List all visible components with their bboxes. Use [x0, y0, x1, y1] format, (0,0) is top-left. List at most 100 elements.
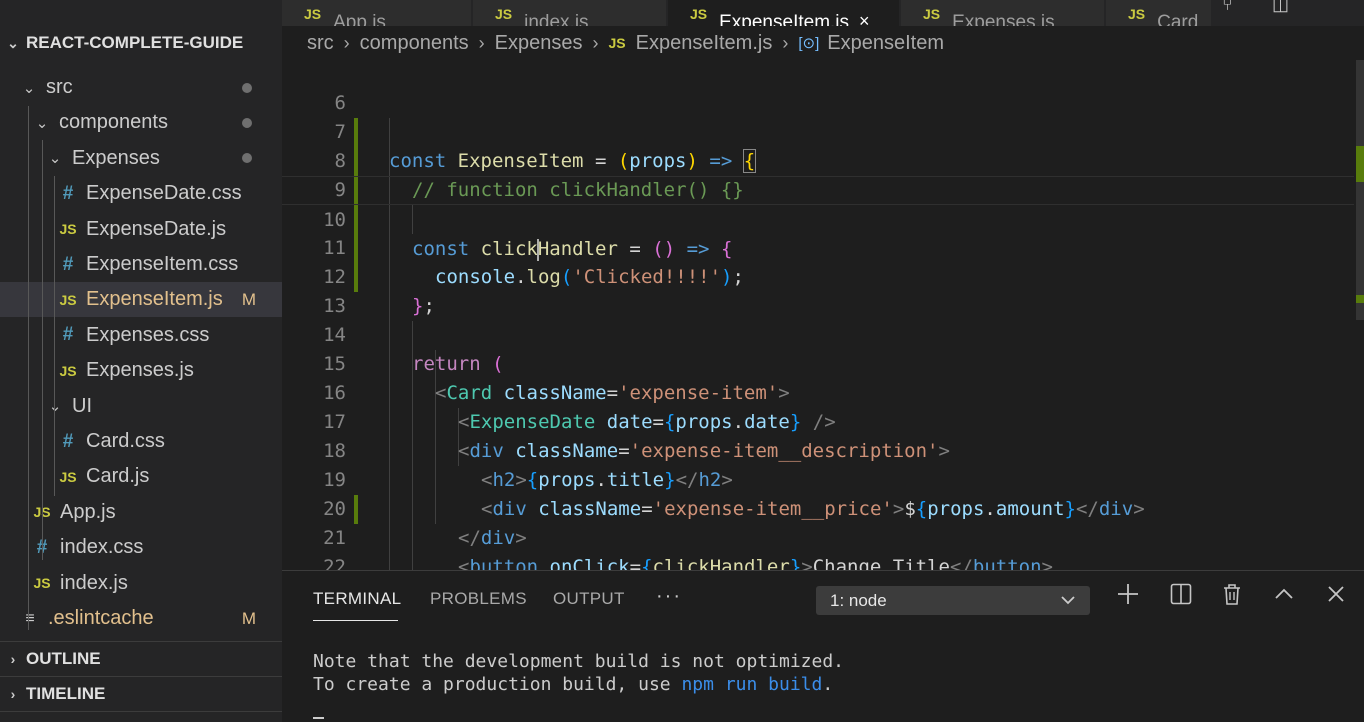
scrollbar-change-marker [1356, 295, 1364, 303]
code-line-current: 10 const clickHandler = () => { [282, 176, 1354, 261]
js-file-icon: JS [923, 6, 941, 22]
tree-item-label: Expenses.js [86, 359, 194, 382]
tree-item-label: ExpenseDate.css [86, 182, 242, 205]
tab-label: Card [1157, 12, 1199, 26]
chevron-down-icon: ⌄ [35, 114, 49, 132]
explorer-sidebar: EXPLORER ⌄ REACT-COMPLETE-GUIDE ⌄src⌄com… [0, 0, 282, 722]
timeline-section-header[interactable]: › TIMELINE [0, 676, 282, 710]
breadcrumb-item-symbol[interactable]: ExpenseItem [827, 32, 944, 55]
active-tab-indicator [313, 620, 398, 621]
tab-app-js[interactable]: JS App.js [282, 0, 472, 26]
terminal-cursor [313, 717, 324, 719]
tab-index-js[interactable]: JS index.js [473, 0, 667, 26]
tab-output[interactable]: OUTPUT [553, 589, 625, 609]
tree-item-label: Expenses.css [86, 323, 210, 346]
tab-expenses-js[interactable]: JS Expenses.js [901, 0, 1105, 26]
tree-item-label: Card.css [86, 430, 165, 452]
scrollbar-change-marker [1356, 146, 1364, 182]
code-line: 23 ); [282, 553, 1354, 570]
chevron-right-icon: › [343, 32, 350, 53]
js-file-icon: JS [59, 291, 77, 308]
trash-icon[interactable] [1217, 583, 1247, 611]
outline-section-header[interactable]: › OUTLINE [0, 641, 282, 675]
js-file-icon: JS [1128, 6, 1146, 22]
terminal-output-line: To create a production build, use npm ru… [313, 674, 834, 695]
js-file-icon: JS [33, 575, 51, 592]
tree-indent-guide [54, 424, 55, 496]
project-section-header[interactable]: ⌄ REACT-COMPLETE-GUIDE [0, 26, 282, 60]
tree-file-index-js[interactable]: JS index.js [0, 566, 282, 601]
tab-problems[interactable]: PROBLEMS [430, 589, 527, 609]
tree-folder-src[interactable]: ⌄ src [0, 70, 282, 105]
terminal-selector-value: 1: node [830, 591, 887, 610]
code-line: 22 </Card> [282, 524, 1354, 570]
new-terminal-icon[interactable] [1113, 583, 1143, 611]
git-status-badge: M [241, 289, 256, 309]
js-file-icon: JS [495, 6, 513, 22]
code-line: 16 <ExpenseDate date={props.date} /> [282, 350, 1354, 433]
chevron-down-icon: ⌄ [7, 34, 19, 51]
code-line: 6 [282, 60, 1354, 114]
chevron-down-icon: ⌄ [22, 79, 36, 97]
tab-label: App.js [333, 12, 386, 26]
js-file-icon: JS [304, 6, 322, 22]
editor-scrollbar[interactable] [1356, 60, 1364, 320]
code-line: 17 <div className='expense-item__descrip… [282, 379, 1354, 462]
terminal-output-line: Note that the development build is not o… [313, 651, 845, 672]
tab-terminal[interactable]: TERMINAL [313, 589, 401, 609]
breadcrumb-item-components[interactable]: components [360, 32, 469, 55]
tree-item-label: App.js [60, 500, 116, 523]
css-file-icon: # [62, 253, 74, 275]
editor-tab-bar: JS App.js JS index.js JS ExpenseItem.js … [282, 0, 1364, 26]
breadcrumb-item-file[interactable]: ExpenseItem.js [636, 32, 773, 55]
css-file-icon: # [62, 182, 74, 204]
breadcrumb-item-src[interactable]: src [307, 32, 334, 55]
chevron-down-icon [1060, 586, 1076, 625]
code-line: 11 console.log('Clicked!!!!'); [282, 205, 1354, 288]
code-line: 20 </div> [282, 466, 1354, 549]
breadcrumb: src › components › Expenses › JS Expense… [282, 26, 1364, 60]
modified-dot [242, 82, 252, 93]
project-name: REACT-COMPLETE-GUIDE [26, 33, 244, 52]
tree-file-eslintcache[interactable]: ≡ .eslintcache M [0, 601, 282, 636]
close-panel-icon[interactable] [1321, 583, 1351, 611]
source-control-icon[interactable]: ⑂ [1222, 0, 1233, 15]
terminal-selector[interactable]: 1: node [816, 586, 1090, 615]
chevron-right-icon: › [478, 32, 485, 53]
code-line: 12 }; [282, 234, 1354, 317]
tree-item-label: ExpenseItem.css [86, 253, 239, 275]
split-terminal-icon[interactable] [1166, 583, 1196, 611]
split-editor-icon[interactable]: ◫ [1272, 0, 1289, 15]
code-line: 21 <button onClick={clickHandler}>Change… [282, 495, 1354, 570]
code-line: 9 [282, 147, 1354, 201]
code-line: 8 // function clickHandler() {} [282, 118, 1354, 201]
chevron-down-icon: ⌄ [46, 397, 64, 415]
tree-folder-components[interactable]: ⌄ components [0, 105, 282, 140]
tree-item-label: ExpenseDate.js [86, 217, 227, 240]
maximize-panel-icon[interactable] [1269, 583, 1299, 611]
breadcrumb-item-expenses[interactable]: Expenses [495, 32, 583, 55]
chevron-right-icon: › [10, 685, 16, 702]
git-status-badge: M [241, 608, 256, 628]
chevron-right-icon: › [782, 32, 789, 53]
tab-expenseitem-js[interactable]: JS ExpenseItem.js × [668, 0, 900, 26]
code-editor[interactable]: 6 7 const ExpenseItem = (props) => { 8 /… [282, 60, 1364, 570]
tree-item-label: Card.js [86, 465, 150, 488]
sidebar-bottom-divider [0, 711, 282, 722]
tree-item-label: index.css [60, 536, 144, 559]
terminal-panel: TERMINAL PROBLEMS OUTPUT ··· 1: node Not… [282, 570, 1364, 722]
js-file-icon: JS [608, 35, 626, 51]
js-file-icon: JS [59, 362, 77, 379]
chevron-right-icon: › [592, 32, 599, 53]
code-line: 18 <h2>{props.title}</h2> [282, 408, 1354, 491]
close-tab-icon[interactable]: × [859, 11, 870, 26]
more-actions-icon[interactable]: ··· [656, 585, 682, 608]
tree-item-label: UI [72, 394, 92, 417]
code-line: 7 const ExpenseItem = (props) => { [282, 89, 1354, 173]
code-line: 13 [282, 263, 1354, 317]
symbol-icon: [⊙] [798, 35, 820, 52]
code-line: 15 <Card className='expense-item'> [282, 321, 1354, 404]
tree-indent-guide [42, 140, 43, 560]
tab-card-js[interactable]: JS Card [1106, 0, 1212, 26]
code-line: 19 <div className='expense-item__price'>… [282, 437, 1354, 520]
